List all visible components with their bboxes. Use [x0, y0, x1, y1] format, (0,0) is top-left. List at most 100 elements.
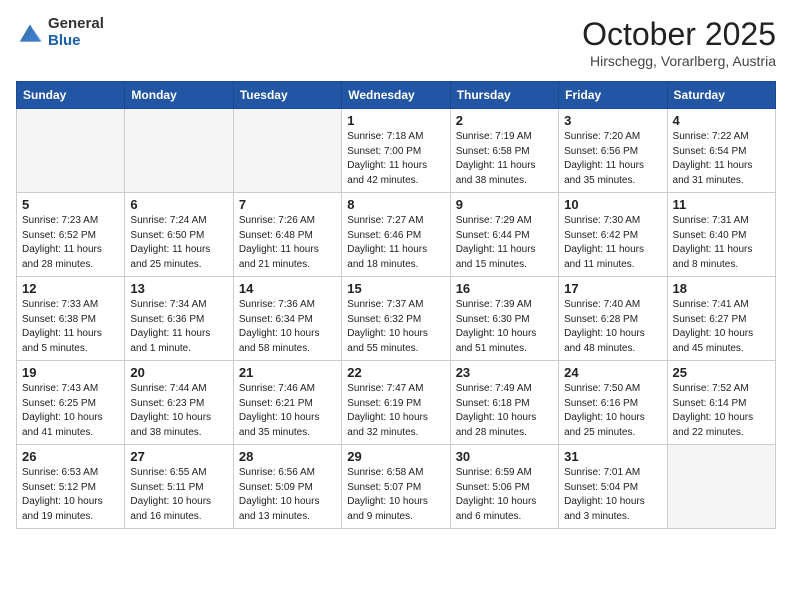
day-info: Sunrise: 7:39 AMSunset: 6:30 PMDaylight:… [456, 298, 553, 356]
day-number: 23 [456, 365, 553, 380]
day-number: 17 [564, 281, 661, 296]
page-header: General Blue October 2025 Hirschegg, Vor… [16, 16, 776, 69]
logo-blue-text: Blue [48, 33, 104, 50]
calendar-cell: 8Sunrise: 7:27 AMSunset: 6:46 PMDaylight… [342, 193, 450, 277]
day-number: 26 [22, 449, 119, 464]
day-number: 18 [673, 281, 770, 296]
weekday-header-monday: Monday [125, 82, 233, 109]
day-info: Sunrise: 7:37 AMSunset: 6:32 PMDaylight:… [347, 298, 444, 356]
calendar-cell: 14 Sunrise: 7:36 AMSunset: 6:34 PMDayligh… [233, 277, 341, 361]
day-number: 13 [130, 281, 227, 296]
day-info: Sunrise: 6:55 AMSunset: 5:11 PMDaylight:… [130, 466, 227, 524]
day-info: Sunrise: 6:53 AMSunset: 5:12 PMDaylight:… [22, 466, 119, 524]
calendar-cell: 30 Sunrise: 6:59 AMSunset: 5:06 PMDayligh… [450, 445, 558, 529]
day-number: 3 [564, 113, 661, 128]
location-subtitle: Hirschegg, Vorarlberg, Austria [582, 53, 776, 69]
week-row-1: 1 Sunrise: 7:18 AMSunset: 7:00 PMDaylight… [17, 109, 776, 193]
logo-text: General Blue [48, 16, 104, 49]
calendar-cell: 2Sunrise: 7:19 AMSunset: 6:58 PMDaylight… [450, 109, 558, 193]
day-info: Sunrise: 7:30 AMSunset: 6:42 PMDaylight:… [564, 214, 661, 272]
calendar-cell: 3 Sunrise: 7:20 AMSunset: 6:56 PMDaylight… [559, 109, 667, 193]
week-row-5: 26 Sunrise: 6:53 AMSunset: 5:12 PMDayligh… [17, 445, 776, 529]
day-number: 27 [130, 449, 227, 464]
day-number: 30 [456, 449, 553, 464]
day-info: Sunrise: 6:56 AMSunset: 5:09 PMDaylight:… [239, 466, 336, 524]
day-number: 21 [239, 365, 336, 380]
calendar-cell: 10 Sunrise: 7:30 AMSunset: 6:42 PMDayligh… [559, 193, 667, 277]
day-info: Sunrise: 7:33 AMSunset: 6:38 PMDaylight:… [22, 298, 119, 356]
day-number: 24 [564, 365, 661, 380]
day-info: Sunrise: 7:20 AMSunset: 6:56 PMDaylight:… [564, 130, 661, 188]
day-info: Sunrise: 7:52 AMSunset: 6:14 PMDaylight:… [673, 382, 770, 440]
weekday-header-tuesday: Tuesday [233, 82, 341, 109]
day-info: Sunrise: 7:41 AMSunset: 6:27 PMDaylight:… [673, 298, 770, 356]
day-info: Sunrise: 7:46 AMSunset: 6:21 PMDaylight:… [239, 382, 336, 440]
day-number: 31 [564, 449, 661, 464]
calendar-cell [17, 109, 125, 193]
calendar-cell: 22 Sunrise: 7:47 AMSunset: 6:19 PMDayligh… [342, 361, 450, 445]
calendar-cell: 16Sunrise: 7:39 AMSunset: 6:30 PMDayligh… [450, 277, 558, 361]
day-number: 28 [239, 449, 336, 464]
day-number: 4 [673, 113, 770, 128]
day-number: 6 [130, 197, 227, 212]
calendar-cell: 18 Sunrise: 7:41 AMSunset: 6:27 PMDayligh… [667, 277, 775, 361]
day-info: Sunrise: 7:36 AMSunset: 6:34 PMDaylight:… [239, 298, 336, 356]
calendar-cell [233, 109, 341, 193]
day-info: Sunrise: 6:58 AMSunset: 5:07 PMDaylight:… [347, 466, 444, 524]
day-info: Sunrise: 7:50 AMSunset: 6:16 PMDaylight:… [564, 382, 661, 440]
day-number: 5 [22, 197, 119, 212]
day-info: Sunrise: 7:22 AMSunset: 6:54 PMDaylight:… [673, 130, 770, 188]
logo-general-text: General [48, 16, 104, 33]
day-info: Sunrise: 7:31 AMSunset: 6:40 PMDaylight:… [673, 214, 770, 272]
weekday-header-friday: Friday [559, 82, 667, 109]
day-number: 11 [673, 197, 770, 212]
day-info: Sunrise: 7:18 AMSunset: 7:00 PMDaylight:… [347, 130, 444, 188]
day-info: Sunrise: 7:26 AMSunset: 6:48 PMDaylight:… [239, 214, 336, 272]
calendar-cell: 26 Sunrise: 6:53 AMSunset: 5:12 PMDayligh… [17, 445, 125, 529]
calendar-cell: 11 Sunrise: 7:31 AMSunset: 6:40 PMDayligh… [667, 193, 775, 277]
calendar-cell: 21 Sunrise: 7:46 AMSunset: 6:21 PMDayligh… [233, 361, 341, 445]
day-info: Sunrise: 6:59 AMSunset: 5:06 PMDaylight:… [456, 466, 553, 524]
calendar-cell: 28 Sunrise: 6:56 AMSunset: 5:09 PMDayligh… [233, 445, 341, 529]
day-number: 15 [347, 281, 444, 296]
day-number: 1 [347, 113, 444, 128]
weekday-header-saturday: Saturday [667, 82, 775, 109]
logo-icon [16, 21, 44, 45]
calendar-cell: 24 Sunrise: 7:50 AMSunset: 6:16 PMDayligh… [559, 361, 667, 445]
day-number: 19 [22, 365, 119, 380]
calendar-cell: 9Sunrise: 7:29 AMSunset: 6:44 PMDaylight… [450, 193, 558, 277]
weekday-header-row: SundayMondayTuesdayWednesdayThursdayFrid… [17, 82, 776, 109]
weekday-header-sunday: Sunday [17, 82, 125, 109]
week-row-4: 19 Sunrise: 7:43 AMSunset: 6:25 PMDayligh… [17, 361, 776, 445]
day-info: Sunrise: 7:34 AMSunset: 6:36 PMDaylight:… [130, 298, 227, 356]
calendar-table: SundayMondayTuesdayWednesdayThursdayFrid… [16, 81, 776, 529]
week-row-3: 12 Sunrise: 7:33 AMSunset: 6:38 PMDayligh… [17, 277, 776, 361]
calendar-cell: 13 Sunrise: 7:34 AMSunset: 6:36 PMDayligh… [125, 277, 233, 361]
day-number: 10 [564, 197, 661, 212]
day-number: 22 [347, 365, 444, 380]
day-number: 9 [456, 197, 553, 212]
month-title: October 2025 [582, 16, 776, 53]
day-number: 25 [673, 365, 770, 380]
day-number: 29 [347, 449, 444, 464]
day-info: Sunrise: 7:43 AMSunset: 6:25 PMDaylight:… [22, 382, 119, 440]
day-number: 20 [130, 365, 227, 380]
day-number: 2 [456, 113, 553, 128]
weekday-header-thursday: Thursday [450, 82, 558, 109]
calendar-cell: 23 Sunrise: 7:49 AMSunset: 6:18 PMDayligh… [450, 361, 558, 445]
calendar-cell [125, 109, 233, 193]
logo: General Blue [16, 16, 104, 49]
day-number: 12 [22, 281, 119, 296]
calendar-cell: 20Sunrise: 7:44 AMSunset: 6:23 PMDayligh… [125, 361, 233, 445]
calendar-cell: 6Sunrise: 7:24 AMSunset: 6:50 PMDaylight… [125, 193, 233, 277]
day-number: 14 [239, 281, 336, 296]
day-info: Sunrise: 7:49 AMSunset: 6:18 PMDaylight:… [456, 382, 553, 440]
weekday-header-wednesday: Wednesday [342, 82, 450, 109]
calendar-cell: 12 Sunrise: 7:33 AMSunset: 6:38 PMDayligh… [17, 277, 125, 361]
calendar-cell: 1 Sunrise: 7:18 AMSunset: 7:00 PMDaylight… [342, 109, 450, 193]
calendar-cell: 17Sunrise: 7:40 AMSunset: 6:28 PMDayligh… [559, 277, 667, 361]
title-block: October 2025 Hirschegg, Vorarlberg, Aust… [582, 16, 776, 69]
day-info: Sunrise: 7:01 AMSunset: 5:04 PMDaylight:… [564, 466, 661, 524]
day-info: Sunrise: 7:47 AMSunset: 6:19 PMDaylight:… [347, 382, 444, 440]
calendar-cell: 29 Sunrise: 6:58 AMSunset: 5:07 PMDayligh… [342, 445, 450, 529]
